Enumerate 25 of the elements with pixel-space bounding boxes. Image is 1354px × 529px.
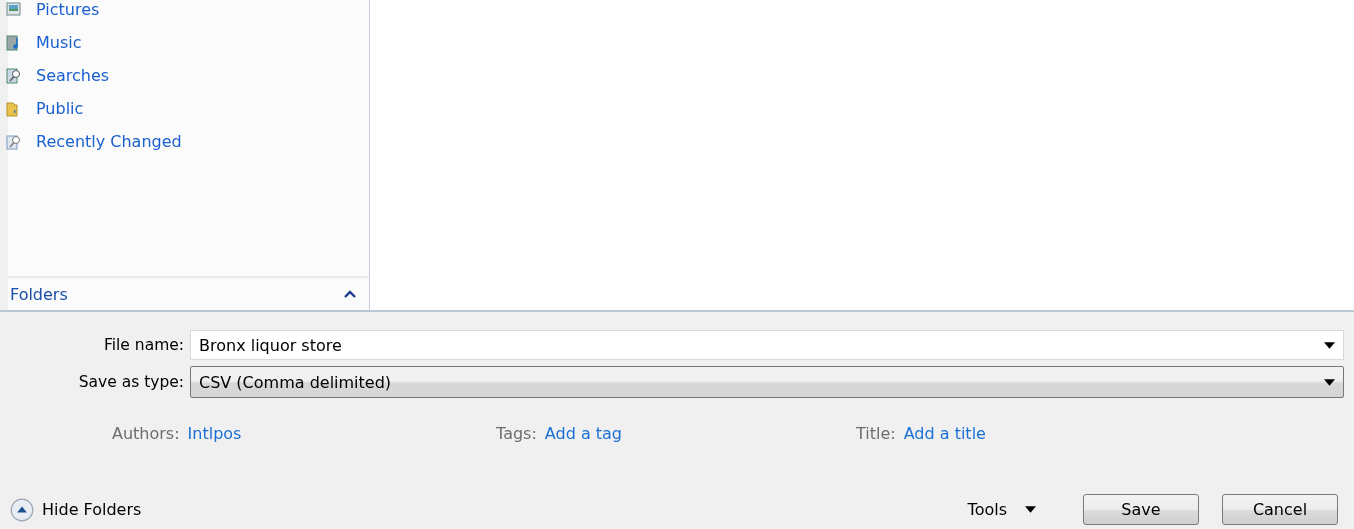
dropdown-arrow-icon [1324, 341, 1335, 349]
meta-label: Authors: [112, 423, 180, 443]
collapse-icon [10, 497, 34, 522]
nav-item[interactable]: Music [8, 26, 369, 59]
meta-link[interactable]: Add a title [903, 423, 986, 443]
field-label: Save as type: [77, 373, 185, 391]
folders-bar[interactable]: Folders [8, 276, 369, 310]
cancel-button[interactable]: Cancel [1222, 494, 1338, 525]
dropdown-arrow-icon [1025, 506, 1036, 513]
nav-item[interactable]: Searches [8, 59, 369, 92]
meta-link[interactable]: Add a tag [544, 423, 622, 443]
picture-library-icon [6, 0, 22, 18]
hide-folders-button[interactable]: Hide Folders [10, 497, 142, 522]
save-button[interactable]: Save [1083, 494, 1199, 525]
save-type-dropdown[interactable]: CSV (Comma delimited) [190, 366, 1344, 398]
field-label: File name: [102, 336, 185, 354]
nav-item[interactable]: Recently Changed [8, 125, 369, 158]
meta-link[interactable]: Intlpos [187, 423, 242, 443]
meta-label: Title: [856, 423, 896, 443]
file-name-field[interactable]: Bronx liquor store [190, 330, 1344, 360]
nav-item[interactable]: Pictures [8, 0, 369, 26]
tools-menu[interactable]: Tools [967, 500, 1036, 519]
nav-item[interactable]: Public [8, 92, 369, 125]
dropdown-arrow-icon [1324, 378, 1335, 386]
meta-label: Tags: [496, 423, 537, 443]
